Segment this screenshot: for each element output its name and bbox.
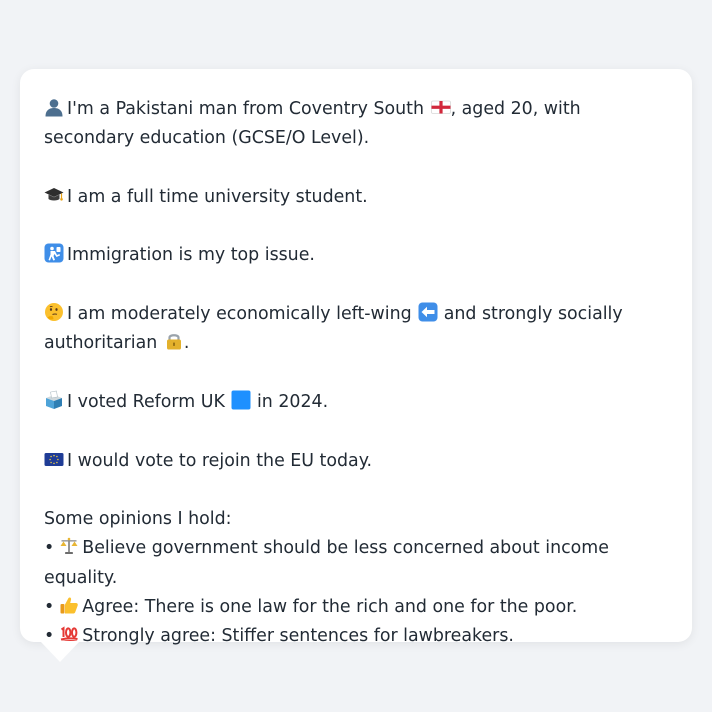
england-flag-icon [430, 97, 451, 117]
opinion-item: • Agree: There is one law for the rich a… [44, 593, 668, 622]
occupation-line: I am a full time university student. [44, 183, 668, 212]
ideology-text-c: . [183, 333, 190, 354]
opinion-item: • Believe government should be less conc… [44, 534, 668, 593]
thinking-face-icon [44, 302, 64, 322]
eu-text: I would vote to rejoin the EU today. [67, 450, 373, 471]
opinions-heading: Some opinions I hold: [44, 509, 232, 530]
bullet-mark: • [44, 538, 55, 559]
opinions-list: • Believe government should be less conc… [44, 534, 668, 651]
opinion-item: • Strongly agree: Stiffer sentences for … [44, 622, 668, 651]
bullet-mark: • [44, 597, 55, 618]
ideology-line: I am moderately economically left-wing a… [44, 300, 668, 359]
padlock-icon [164, 331, 184, 351]
bubble-tail [40, 641, 80, 662]
opinion-text: Agree: There is one law for the rich and… [82, 597, 578, 618]
eu-line: I would vote to rejoin the EU today. [44, 447, 668, 476]
occupation-text: I am a full time university student. [67, 186, 368, 207]
vote-2024-text-a: I voted Reform UK [67, 391, 225, 412]
bust-in-silhouette-icon [44, 97, 64, 117]
graduation-cap-icon [44, 185, 64, 205]
opinion-text: Believe government should be less concer… [44, 538, 609, 588]
ballot-box-icon [44, 390, 64, 410]
left-arrow-icon [418, 302, 438, 322]
opinion-text: Strongly agree: Stiffer sentences for la… [82, 626, 514, 647]
intro-line: I'm a Pakistani man from Coventry South … [44, 95, 668, 154]
intro-text-a: I'm a Pakistani man from Coventry South [67, 99, 425, 119]
vote-2024-line: I voted Reform UK in 2024. [44, 388, 668, 417]
blue-square-icon [231, 390, 251, 410]
eu-flag-icon [44, 449, 64, 469]
passport-control-icon [44, 243, 64, 263]
persona-message-bubble: I'm a Pakistani man from Coventry South … [20, 69, 692, 646]
top-issue-line: Immigration is my top issue. [44, 241, 668, 270]
ideology-text-a: I am moderately economically left-wing [67, 304, 412, 325]
vote-2024-text-b: in 2024. [256, 391, 329, 412]
scales-icon [59, 536, 79, 556]
thumbs-up-icon [59, 595, 79, 615]
top-issue-text: Immigration is my top issue. [67, 245, 315, 266]
